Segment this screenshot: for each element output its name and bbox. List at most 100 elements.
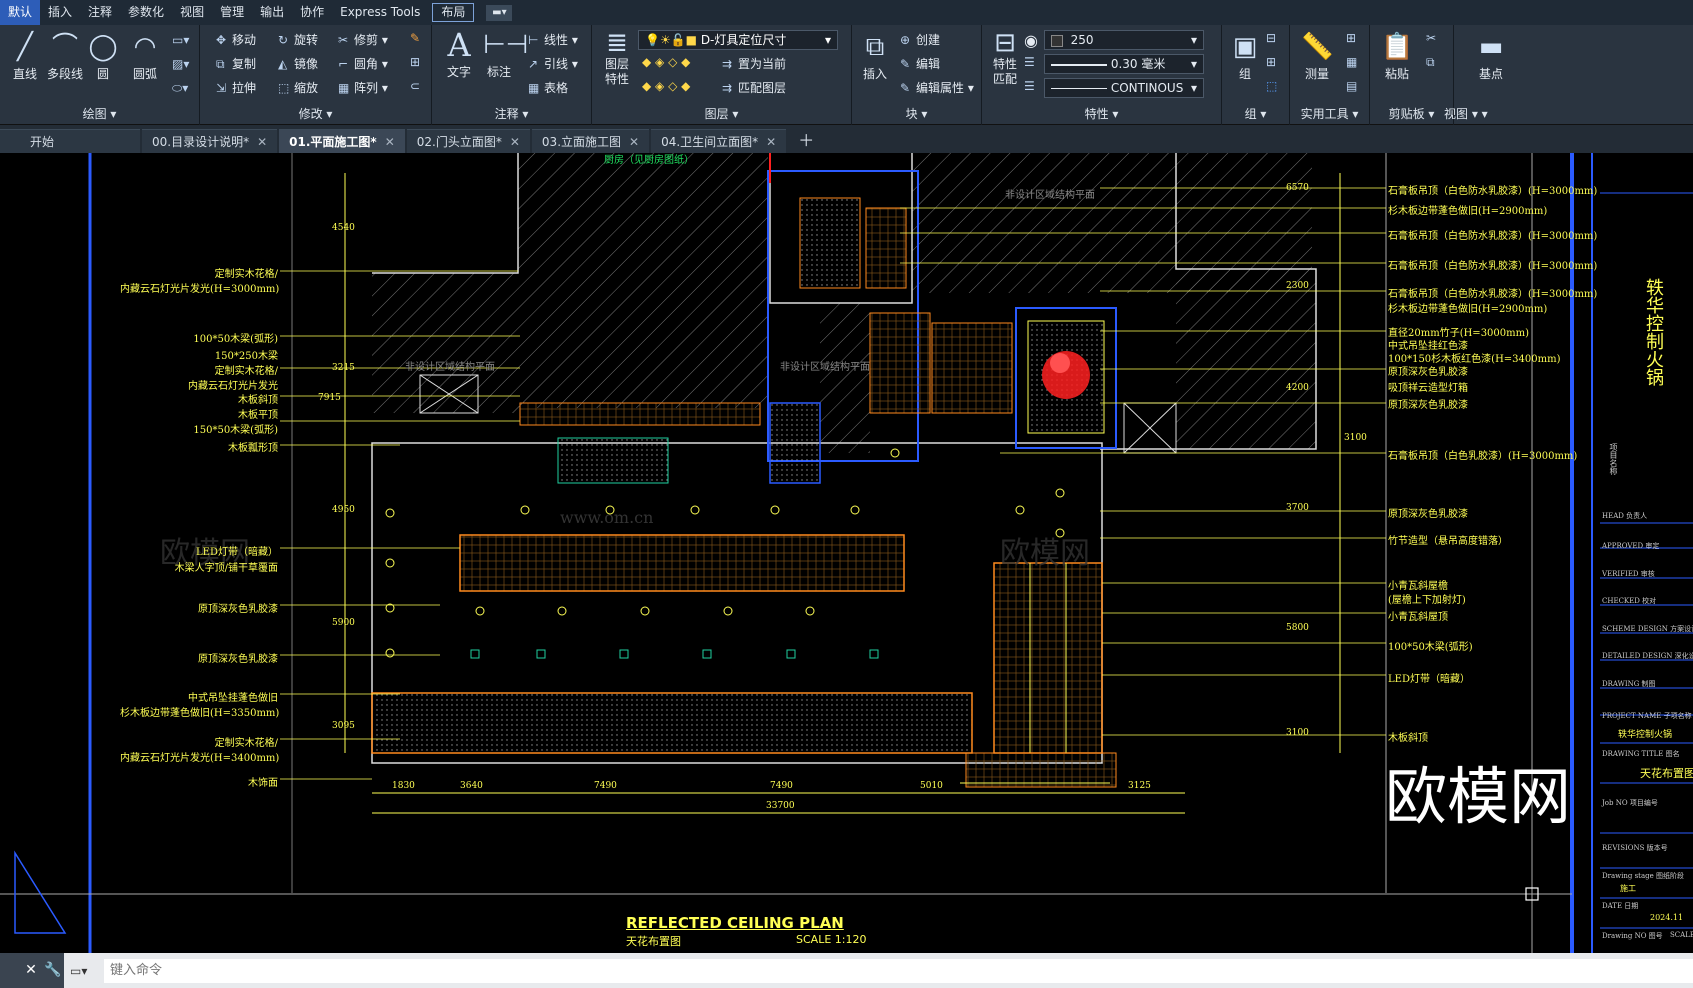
explode-icon[interactable]: ⊞ [410,55,420,69]
new-tab-button[interactable]: ＋ [788,129,824,153]
fillet-button[interactable]: ⌐ 圆角 ▾ [338,55,388,72]
dim-right: 6570 [1286,183,1309,193]
layer-properties-button[interactable]: ≣ 图层 特性 [594,30,640,87]
menu-layout[interactable]: 布局 [432,3,475,22]
leader-button[interactable]: ↗ 引线 ▾ [528,55,578,72]
right-label: 石膏板吊顶（白色乳胶漆）(H=3000mm) [1388,451,1578,462]
linear-dim-button[interactable]: ⊢ 线性 ▾ [528,31,578,48]
watermark-url: www.om.cn [560,508,654,527]
id-point-icon[interactable]: ▤ [1346,79,1357,93]
group-select-icon[interactable]: ⬚ [1266,79,1277,93]
ellipse-icon[interactable]: ⬭▾ [172,81,188,96]
menu-default[interactable]: 默认 [0,0,41,25]
create-block-button[interactable]: ⊕ 创建 [900,31,940,48]
hatch-icon[interactable]: ▨▾ [172,57,189,71]
insert-block-button[interactable]: ⧉ 插入 [852,31,898,82]
dimension-button[interactable]: ⊢⊣ 标注 [476,29,528,80]
close-icon[interactable]: ✕ [385,135,395,149]
group-edit-icon[interactable]: ⊞ [1266,55,1276,69]
table-button[interactable]: ▦ 表格 [528,79,568,96]
left-label: 木板平顶 [238,410,278,421]
command-grip[interactable] [0,953,20,988]
base-view-button[interactable]: ▬ 基点 [1468,31,1514,82]
right-label: 石膏板吊顶（白色防水乳胶漆）(H=3000mm) [1388,289,1598,300]
trim-button[interactable]: ✂ 修剪 ▾ [338,31,388,48]
layer-tools-row1[interactable]: ◆ ◈ ◇ ◆ [642,55,690,69]
quick-select-icon[interactable]: ⊞ [1346,31,1356,45]
ribbon-options-icon[interactable]: ▬▾ [486,4,513,21]
lineweight-dropdown[interactable]: 0.30 毫米 ▾ [1044,54,1204,74]
left-label: 木板瓢形顶 [228,443,278,454]
tab-file-02[interactable]: 02.门头立面图* ✕ [406,129,530,153]
menu-manage[interactable]: 管理 [212,0,252,25]
ungroup-icon[interactable]: ⊟ [1266,31,1276,45]
command-history-dropdown[interactable]: ▭▾ [70,959,104,983]
layer-dropdown[interactable]: 💡☀🔓■ D-灯具定位尺寸 ▾ [638,30,838,50]
panel-utilities-title[interactable]: 实用工具 ▾ [1290,105,1369,122]
create-block-icon: ⊕ [900,33,911,47]
move-button[interactable]: ✥ 移动 [216,31,256,48]
right-label: 原顶深灰色乳胶漆 [1388,400,1468,411]
color-dropdown[interactable]: 250 ▾ [1044,30,1204,50]
menu-parametric[interactable]: 参数化 [120,0,172,25]
drawing-scale: SCALE 1:120 [796,933,867,946]
panel-modify-title[interactable]: 修改 ▾ [200,105,431,122]
match-layer-button[interactable]: ⇉ 匹配图层 [722,79,786,96]
group-button[interactable]: ▣ 组 [1222,31,1268,82]
match-properties-button[interactable]: ⊟ 特性 匹配 [982,30,1028,87]
measure-button[interactable]: 📏 测量 [1294,31,1340,82]
set-current-button[interactable]: ⇉ 置为当前 [722,55,786,72]
menu-output[interactable]: 输出 [252,0,292,25]
drawing-canvas[interactable]: 欧模网 欧模网 欧模网 厨房（见厨房图纸） 非设计区域结构平面 非设计区域结构平… [0,153,1693,953]
close-icon[interactable]: ✕ [257,135,267,149]
tab-start[interactable]: 开始 [0,129,140,153]
close-icon[interactable]: ✕ [766,135,776,149]
edit-attr-button[interactable]: ✎ 编辑属性 ▾ [900,79,974,96]
panel-clipboard-title[interactable]: 剪贴板 ▾ [1370,105,1453,122]
tab-file-01[interactable]: 01.平面施工图* ✕ [279,129,405,153]
copy-clip-icon[interactable]: ⧉ [1426,55,1435,70]
layer-tools-row2[interactable]: ◆ ◈ ◇ ◆ [642,79,690,93]
close-icon[interactable]: ✕ [629,135,639,149]
close-icon[interactable]: ✕ [510,135,520,149]
panel-groups-title[interactable]: 组 ▾ [1222,105,1289,122]
right-label: 石膏板吊顶（白色防水乳胶漆）(H=3000mm) [1388,261,1598,272]
menu-collaborate[interactable]: 协作 [292,0,332,25]
tab-file-04[interactable]: 04.卫生间立面图* ✕ [651,129,787,153]
lineweight-icon: ☰ [1024,55,1035,69]
menu-express-tools[interactable]: Express Tools [332,0,428,25]
wrench-icon[interactable]: 🔧 [42,953,64,988]
linetype-dropdown[interactable]: CONTINOUS ▾ [1044,78,1204,98]
rotate-button[interactable]: ↻ 旋转 [278,31,318,48]
menu-insert[interactable]: 插入 [40,0,80,25]
edit-block-button[interactable]: ✎ 编辑 [900,55,940,72]
panel-properties-title[interactable]: 特性 ▾ [982,105,1221,122]
tab-file-00[interactable]: 00.目录设计说明* ✕ [142,129,278,153]
menu-view[interactable]: 视图 [172,0,212,25]
paste-button[interactable]: 📋 粘贴 [1374,31,1420,82]
menu-annotate[interactable]: 注释 [80,0,120,25]
offset-icon[interactable]: ⊂ [410,79,420,93]
panel-annotation-title[interactable]: 注释 ▾ [432,105,591,122]
copy-button[interactable]: ⧉ 复制 [216,55,256,72]
cut-icon[interactable]: ✂ [1426,31,1436,45]
array-button[interactable]: ▦ 阵列 ▾ [338,79,388,96]
erase-icon[interactable]: ✎ [410,31,420,45]
panel-view-title[interactable]: 视图 ▾ ▾ [1444,105,1534,122]
rectangle-icon[interactable]: ▭▾ [172,33,189,47]
mirror-button[interactable]: ◭ 镜像 [278,55,318,72]
scale-button[interactable]: ⬚ 缩放 [278,79,318,96]
paste-icon: 📋 [1381,32,1414,62]
tab-file-03[interactable]: 03.立面施工图 ✕ [531,129,650,153]
panel-draw-title[interactable]: 绘图 ▾ [0,105,199,122]
calculator-icon[interactable]: ▦ [1346,55,1357,69]
command-input[interactable] [104,958,1693,983]
stretch-button[interactable]: ⇲ 拉伸 [216,79,256,96]
close-icon[interactable]: ✕ [20,953,42,988]
circle-button[interactable]: ◯ 圆 [80,31,126,82]
panel-block-title[interactable]: 块 ▾ [852,105,981,122]
arc-button[interactable]: ◠ 圆弧 [122,31,168,82]
panel-layers-title[interactable]: 图层 ▾ [592,105,851,122]
left-label: LED灯带（暗藏） [196,547,278,558]
color-wheel-icon[interactable]: ◉ [1024,31,1038,50]
